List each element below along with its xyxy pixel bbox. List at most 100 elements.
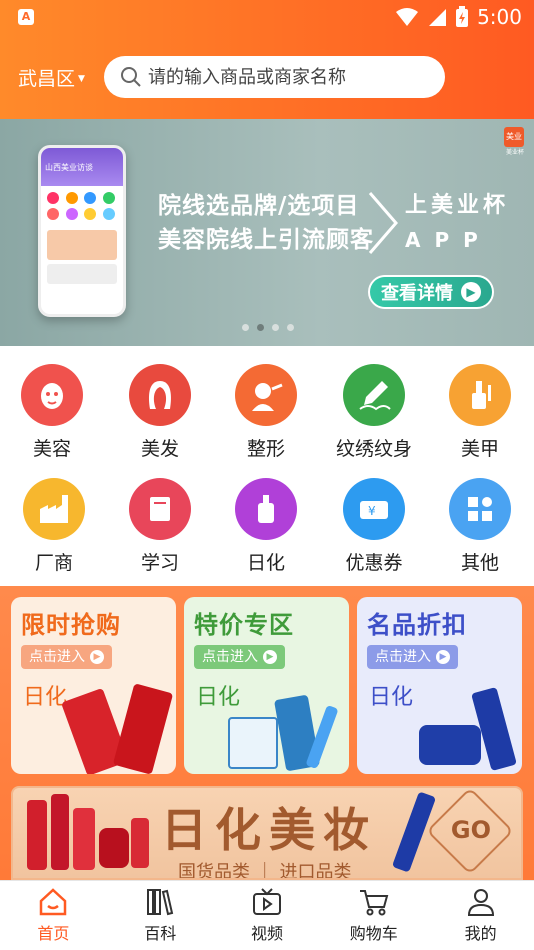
product-image	[73, 808, 95, 870]
tab-profile[interactable]: 我的	[427, 881, 534, 950]
card-subtitle: 日化	[23, 685, 68, 710]
factory-icon	[23, 478, 85, 540]
banner-line-2: 美容院线上引流顾客	[158, 227, 374, 253]
face-mask-icon	[21, 364, 83, 426]
tab-video[interactable]: 视频	[214, 881, 321, 950]
nail-polish-icon	[449, 364, 511, 426]
category-nails[interactable]: 美甲	[430, 364, 530, 461]
tab-cart[interactable]: 购物车	[320, 881, 427, 950]
brand-discount-card[interactable]: 名品折扣 点击进入 ▶ 日化	[357, 597, 522, 774]
category-beauty[interactable]: 美容	[2, 364, 102, 461]
cosmetics-subtitle: 国货品类 ｜ 进口品类	[178, 862, 352, 880]
category-hair[interactable]: 美发	[110, 364, 210, 461]
svg-text:¥: ¥	[368, 504, 376, 518]
card-subtitle: 日化	[196, 685, 241, 710]
category-label: 学习	[140, 552, 179, 574]
brand-logo: 美业 美业杯	[504, 127, 526, 157]
product-image	[112, 683, 174, 774]
search-icon	[121, 67, 141, 87]
product-image	[419, 725, 481, 765]
category-label: 其他	[460, 552, 499, 574]
district-selector[interactable]: 武昌区 ▼	[18, 64, 85, 91]
books-icon	[147, 889, 174, 916]
product-image	[228, 717, 278, 769]
tab-label: 首页	[37, 924, 70, 943]
card-title: 特价专区	[194, 611, 294, 639]
card-subtitle: 日化	[369, 685, 414, 710]
category-label: 美容	[32, 438, 71, 460]
carousel-dot[interactable]	[287, 324, 294, 331]
category-label: 纹绣纹身	[335, 438, 412, 460]
category-coupon[interactable]: ¥ 优惠券	[324, 478, 424, 575]
arrow-right-icon: ▶	[436, 650, 450, 664]
category-manufacturer[interactable]: 厂商	[4, 478, 104, 575]
banner-line-1: 院线选品牌/选项目	[158, 193, 360, 219]
search-input[interactable]	[148, 66, 428, 88]
category-daily-chemicals[interactable]: 日化	[216, 478, 316, 575]
carousel-dot[interactable]	[242, 324, 249, 331]
tab-label: 我的	[464, 924, 497, 943]
signal-icon	[429, 9, 447, 26]
district-label: 武昌区	[18, 68, 76, 90]
grid-icon	[449, 478, 511, 540]
tv-icon	[252, 888, 281, 915]
category-label: 优惠券	[345, 552, 403, 574]
product-image	[131, 818, 149, 868]
category-label: 日化	[246, 552, 285, 574]
category-other[interactable]: 其他	[430, 478, 530, 575]
special-price-card[interactable]: 特价专区 点击进入 ▶ 日化	[184, 597, 349, 774]
carousel-dot-active[interactable]	[257, 324, 264, 331]
enter-pill[interactable]: 点击进入 ▶	[367, 645, 458, 669]
search-box[interactable]	[104, 56, 445, 98]
category-plastic-surgery[interactable]: 整形	[216, 364, 316, 461]
hair-icon	[129, 364, 191, 426]
promo-banner[interactable]: 山西美业访谈 院线选品牌/选项目 美容院线上引流顾客 上美业杯 APP 查看详情…	[0, 119, 534, 346]
card-title: 限时抢购	[21, 611, 121, 639]
category-label: 美发	[140, 438, 179, 460]
enter-label: 点击进入	[29, 649, 85, 665]
go-label[interactable]: GO	[451, 816, 491, 844]
category-label: 厂商	[34, 552, 73, 574]
flash-sale-card[interactable]: 限时抢购 点击进入 ▶ 日化	[11, 597, 176, 774]
arrow-right-icon: ▶	[263, 650, 277, 664]
tab-label: 百科	[144, 924, 177, 943]
status-bar: A 5:00	[0, 0, 534, 38]
enter-label: 点击进入	[375, 649, 431, 665]
tab-encyclopedia[interactable]: 百科	[107, 881, 214, 950]
caret-down-icon: ▼	[78, 74, 85, 84]
user-icon	[467, 889, 494, 916]
view-details-button[interactable]: 查看详情 ▶	[368, 275, 494, 309]
product-image	[51, 794, 69, 870]
app-notification-icon: A	[18, 9, 34, 25]
banner-brand-line-1: 上美业杯	[405, 193, 510, 218]
cosmetics-banner[interactable]: 日化美妆 国货品类 ｜ 进口品类 GO	[11, 786, 523, 880]
arrow-right-icon: ▶	[90, 650, 104, 664]
enter-label: 点击进入	[202, 649, 258, 665]
category-learning[interactable]: 学习	[110, 478, 210, 575]
tab-label: 视频	[250, 924, 283, 943]
plastic-surgery-icon	[235, 364, 297, 426]
book-icon	[129, 478, 191, 540]
enter-pill[interactable]: 点击进入 ▶	[21, 645, 112, 669]
arrow-right-icon: ▶	[461, 282, 481, 302]
chevron-right-icon	[368, 192, 398, 254]
category-tattoo[interactable]: 纹绣纹身	[324, 364, 424, 461]
banner-brand-line-2: APP	[405, 228, 492, 252]
phone-mockup-image: 山西美业访谈	[38, 145, 126, 317]
brand-logo-caption: 美业杯	[505, 149, 524, 156]
wifi-icon	[396, 8, 419, 26]
product-image	[99, 828, 129, 868]
bottle-icon	[235, 478, 297, 540]
promo-section: 限时抢购 点击进入 ▶ 日化 特价专区 点击进入 ▶ 日化 名品折扣 点击进入 ▶ 日…	[0, 586, 534, 880]
coupon-icon: ¥	[343, 478, 405, 540]
tab-home[interactable]: 首页	[0, 881, 107, 950]
battery-icon	[456, 6, 469, 27]
tab-label: 购物车	[349, 924, 398, 943]
home-icon	[40, 888, 67, 916]
category-label: 整形	[246, 438, 285, 460]
cosmetics-title: 日化美妆	[161, 803, 377, 857]
cart-icon	[359, 890, 389, 916]
carousel-dot[interactable]	[272, 324, 279, 331]
enter-pill[interactable]: 点击进入 ▶	[194, 645, 285, 669]
pen-nib-icon	[343, 364, 405, 426]
